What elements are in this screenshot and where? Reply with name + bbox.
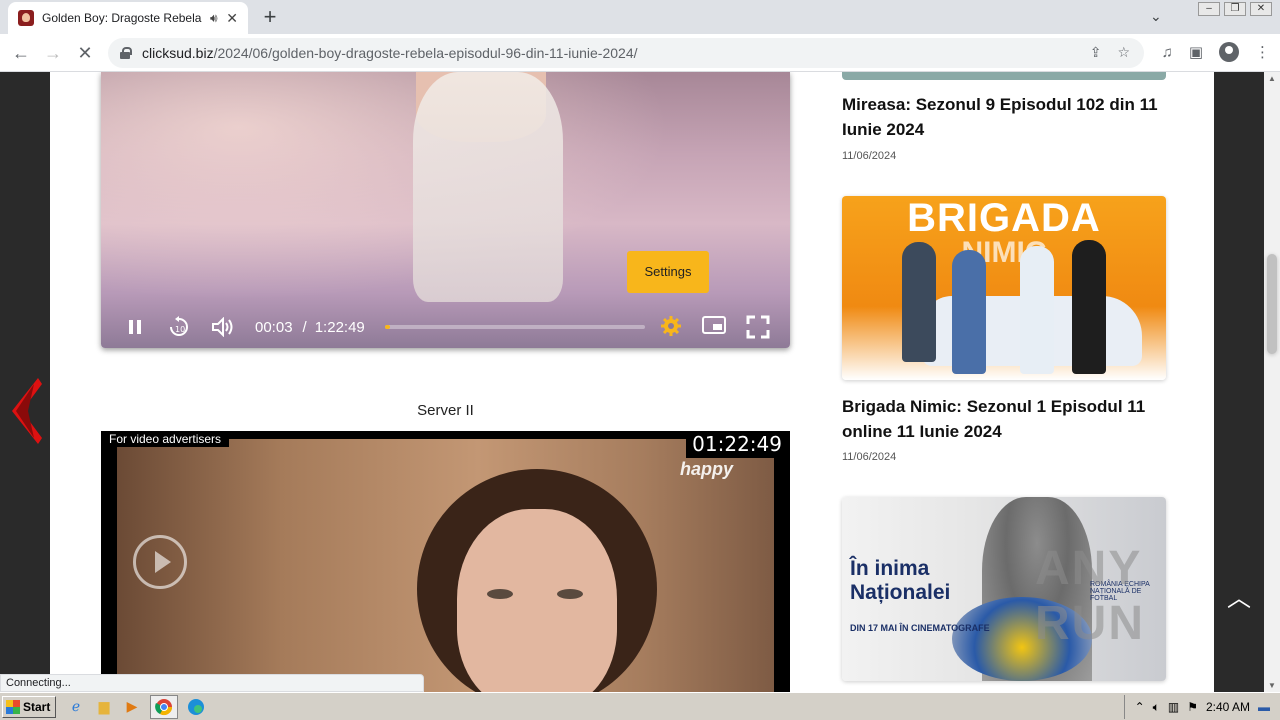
seek-bar[interactable] bbox=[384, 325, 645, 329]
play-icon[interactable] bbox=[133, 535, 187, 589]
tab-title: Golden Boy: Dragoste Rebela E bbox=[42, 11, 202, 25]
settings-gear-icon[interactable] bbox=[660, 315, 682, 344]
clock[interactable]: 2:40 AM bbox=[1206, 700, 1250, 714]
pause-icon[interactable] bbox=[123, 315, 147, 339]
start-button[interactable]: Start bbox=[2, 695, 56, 718]
channel-logo: happy bbox=[680, 459, 734, 479]
internet-explorer-icon[interactable]: ℯ bbox=[66, 697, 86, 717]
thumbnail-text: Naționalei bbox=[850, 581, 951, 604]
bookmark-star-icon[interactable]: ☆ bbox=[1117, 44, 1130, 61]
media-control-icon[interactable]: ♫ bbox=[1162, 44, 1173, 61]
menu-kebab-icon[interactable]: ⋮ bbox=[1255, 43, 1270, 61]
window-controls: – ❐ ✕ bbox=[1198, 2, 1272, 16]
picture-in-picture-icon[interactable] bbox=[702, 315, 726, 344]
lock-icon[interactable] bbox=[120, 47, 132, 59]
previous-arrow-icon[interactable] bbox=[8, 378, 42, 444]
post-thumbnail-brigada[interactable]: BRIGADA NIMIC bbox=[842, 196, 1166, 380]
duration-badge: 01:22:49 bbox=[686, 431, 790, 458]
url-path: /2024/06/golden-boy-dragoste-rebela-epis… bbox=[213, 45, 638, 61]
side-panel-icon[interactable]: ▣ bbox=[1189, 43, 1203, 61]
time-separator: / bbox=[302, 318, 307, 336]
tray-chevron-icon[interactable]: ⌃ bbox=[1135, 700, 1145, 714]
player-controls: 10 00:03 / 1:22:49 bbox=[101, 306, 790, 348]
tab-strip: Golden Boy: Dragoste Rebela E 🔊︎ ✕ + ⌄ –… bbox=[0, 0, 1280, 34]
page-scrollbar[interactable]: ▲ ▼ bbox=[1264, 72, 1280, 692]
url-text[interactable]: clicksud.biz/2024/06/golden-boy-dragoste… bbox=[142, 45, 638, 61]
close-tab-icon[interactable]: ✕ bbox=[226, 10, 238, 27]
speaker-icon[interactable]: 🔊︎ bbox=[210, 11, 218, 26]
show-desktop-icon[interactable]: ▬ bbox=[1258, 700, 1270, 714]
server-label: Server II bbox=[417, 402, 474, 419]
fullscreen-icon[interactable] bbox=[746, 315, 770, 344]
share-icon[interactable]: ⇪ bbox=[1090, 44, 1102, 61]
chrome-icon[interactable] bbox=[150, 694, 178, 719]
scroll-to-top-icon[interactable]: ︿ bbox=[1224, 584, 1254, 614]
page-viewport: Settings 10 00:03 / 1:22:49 Server II Fo… bbox=[0, 72, 1264, 692]
forward-arrow-icon[interactable]: → bbox=[42, 42, 64, 64]
browser-toolbar: ← → ✕ clicksud.biz/2024/06/golden-boy-dr… bbox=[0, 34, 1280, 72]
taskbar: Start ℯ ▆ ▶ ⌃ 🔈︎ ▥ ⚑ 2:40 AM ▬ bbox=[0, 692, 1280, 720]
post-title[interactable]: Mireasa: Sezonul 9 Episodul 102 din 11 I… bbox=[842, 92, 1172, 142]
video-frame bbox=[117, 439, 774, 692]
svg-text:10: 10 bbox=[175, 325, 185, 334]
settings-tooltip: Settings bbox=[627, 251, 709, 293]
media-player-icon[interactable]: ▶ bbox=[122, 697, 142, 717]
post-date: 11/06/2024 bbox=[842, 451, 897, 463]
scroll-up-icon[interactable]: ▲ bbox=[1268, 74, 1276, 83]
post-date: 11/06/2024 bbox=[842, 150, 897, 162]
active-tab[interactable]: Golden Boy: Dragoste Rebela E 🔊︎ ✕ bbox=[8, 2, 248, 34]
network-icon[interactable]: ▥ bbox=[1168, 700, 1179, 714]
stop-loading-icon[interactable]: ✕ bbox=[74, 42, 96, 64]
scroll-down-icon[interactable]: ▼ bbox=[1268, 681, 1276, 690]
windows-logo-icon bbox=[6, 699, 20, 714]
start-label: Start bbox=[23, 699, 51, 714]
video-player-secondary[interactable]: For video advertisers 01:22:49 happy bbox=[101, 431, 790, 692]
close-window-button[interactable]: ✕ bbox=[1250, 2, 1272, 16]
post-title[interactable]: Brigada Nimic: Sezonul 1 Episodul 11 onl… bbox=[842, 394, 1172, 444]
rewind-10-icon[interactable]: 10 bbox=[167, 315, 191, 339]
url-host: clicksud.biz bbox=[142, 45, 214, 61]
restore-button[interactable]: ❐ bbox=[1224, 2, 1246, 16]
volume-tray-icon[interactable]: 🔈︎ bbox=[1153, 700, 1160, 715]
current-time: 00:03 bbox=[255, 318, 293, 336]
profile-avatar[interactable] bbox=[1219, 42, 1239, 62]
post-thumbnail-partial[interactable] bbox=[842, 72, 1166, 80]
thumbnail-text: NIMIC bbox=[961, 236, 1047, 269]
system-tray: ⌃ 🔈︎ ▥ ⚑ 2:40 AM ▬ bbox=[1123, 695, 1280, 719]
site-favicon-icon bbox=[18, 10, 34, 26]
edge-icon[interactable] bbox=[186, 697, 206, 717]
video-player-main[interactable]: Settings 10 00:03 / 1:22:49 bbox=[101, 72, 790, 348]
thumbnail-text: În inima bbox=[850, 557, 930, 580]
minimize-button[interactable]: – bbox=[1198, 2, 1220, 16]
new-tab-button[interactable]: + bbox=[258, 6, 282, 30]
volume-icon[interactable] bbox=[211, 315, 235, 339]
chevron-down-icon[interactable]: ⌄ bbox=[1150, 8, 1162, 25]
status-bubble: Connecting... bbox=[0, 674, 424, 692]
thumbnail-text: BRIGADA bbox=[907, 196, 1101, 240]
seek-bar-fill bbox=[384, 325, 390, 329]
thumbnail-text: DIN 17 MAI ÎN CINEMATOGRAFE bbox=[850, 623, 990, 633]
folder-icon[interactable]: ▆ bbox=[94, 697, 114, 717]
total-duration: 1:22:49 bbox=[314, 318, 365, 336]
back-arrow-icon[interactable]: ← bbox=[10, 42, 32, 64]
scrollbar-thumb[interactable] bbox=[1267, 254, 1277, 354]
address-bar[interactable]: clicksud.biz/2024/06/golden-boy-dragoste… bbox=[108, 38, 1144, 68]
action-center-flag-icon[interactable]: ⚑ bbox=[1187, 700, 1198, 714]
advertiser-label[interactable]: For video advertisers bbox=[101, 431, 230, 447]
